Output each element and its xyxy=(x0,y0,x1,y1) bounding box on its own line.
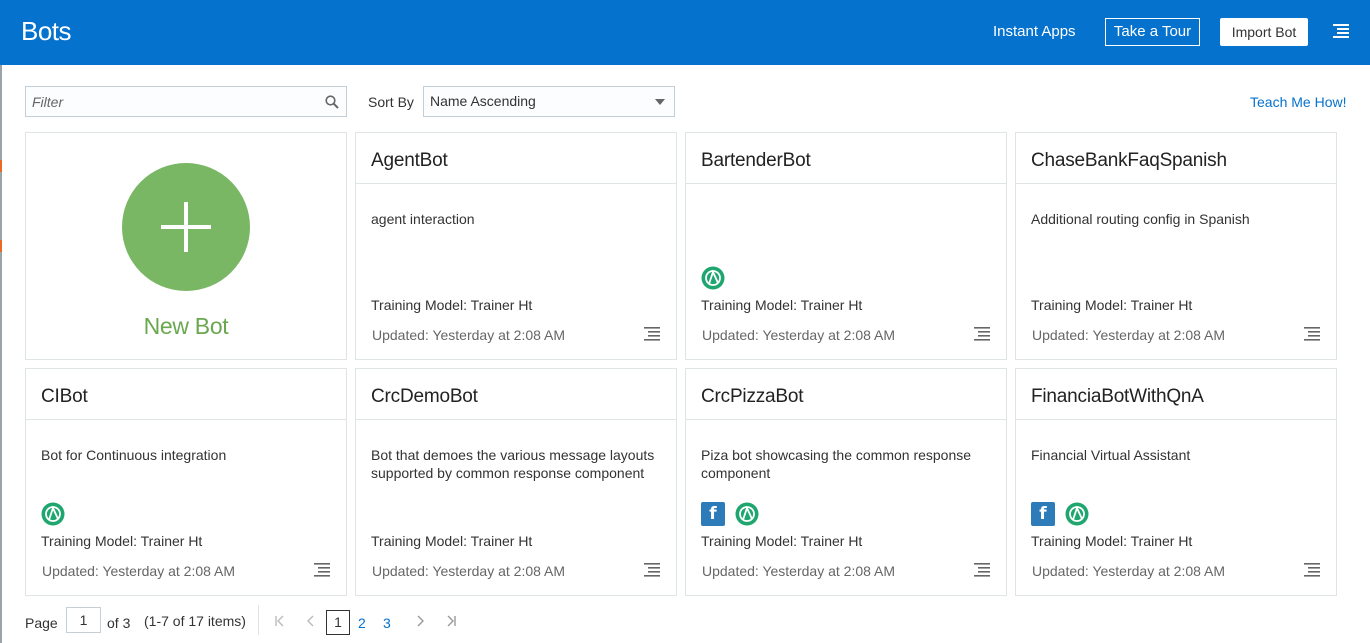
card-divider xyxy=(686,419,1006,420)
digital-assistant-icon xyxy=(41,502,65,526)
import-bot-button[interactable]: Import Bot xyxy=(1220,18,1308,46)
training-model: Training Model: Trainer Ht xyxy=(41,533,203,549)
edge-marker xyxy=(0,160,2,172)
bot-name[interactable]: CIBot xyxy=(41,386,88,408)
sort-by-value: Name Ascending xyxy=(430,93,536,109)
card-divider xyxy=(356,419,676,420)
sort-by-select[interactable]: Name Ascending xyxy=(423,86,675,117)
bot-name[interactable]: FinanciaBotWithQnA xyxy=(1031,386,1204,408)
training-model: Training Model: Trainer Ht xyxy=(371,533,533,549)
bot-name[interactable]: BartenderBot xyxy=(701,150,811,172)
bot-card[interactable]: ChaseBankFaqSpanish Additional routing co… xyxy=(1015,132,1337,360)
hamburger-menu-icon[interactable] xyxy=(1333,23,1349,39)
training-model: Training Model: Trainer Ht xyxy=(1031,297,1193,313)
sort-by-label: Sort By xyxy=(368,94,414,110)
edge-marker xyxy=(0,240,2,252)
plus-icon[interactable] xyxy=(122,163,250,291)
caret-down-icon xyxy=(655,99,665,105)
card-menu-icon[interactable] xyxy=(974,563,990,577)
page-button-2[interactable]: 2 xyxy=(358,615,366,631)
page-label: Page xyxy=(25,615,58,631)
updated-timestamp: Updated: Yesterday at 2:08 AM xyxy=(372,327,566,343)
updated-timestamp: Updated: Yesterday at 2:08 AM xyxy=(372,563,566,579)
card-menu-icon[interactable] xyxy=(644,563,660,577)
bot-description: Bot for Continuous integration xyxy=(41,447,227,463)
card-menu-icon[interactable] xyxy=(644,327,660,341)
last-page-icon[interactable] xyxy=(445,615,457,627)
bot-card[interactable]: CIBot Bot for Continuous integration Train… xyxy=(25,368,347,596)
facebook-icon: f xyxy=(1031,502,1055,526)
updated-timestamp: Updated: Yesterday at 2:08 AM xyxy=(1032,327,1226,343)
bot-description: agent interaction xyxy=(371,211,475,227)
training-model: Training Model: Trainer Ht xyxy=(701,533,863,549)
bot-description: Piza bot showcasing the common response … xyxy=(701,447,972,481)
prev-page-icon[interactable] xyxy=(306,615,316,627)
updated-timestamp: Updated: Yesterday at 2:08 AM xyxy=(42,563,236,579)
bot-description: Additional routing config in Spanish xyxy=(1031,211,1250,227)
bot-name[interactable]: CrcDemoBot xyxy=(371,386,478,408)
page-number-input[interactable]: 1 xyxy=(66,607,101,633)
training-model: Training Model: Trainer Ht xyxy=(1031,533,1193,549)
app-header: Bots Instant Apps Take a Tour Import Bot xyxy=(0,0,1370,65)
pagination: Page 1 of 3 (1-7 of 17 items) 1 2 3 xyxy=(25,605,485,635)
first-page-icon[interactable] xyxy=(274,615,286,627)
bot-channels xyxy=(701,266,725,290)
page-title: Bots xyxy=(21,16,72,46)
digital-assistant-icon xyxy=(735,502,759,526)
card-menu-icon[interactable] xyxy=(974,327,990,341)
facebook-icon: f xyxy=(701,502,725,526)
window-left-edge xyxy=(0,0,2,643)
card-menu-icon[interactable] xyxy=(1304,563,1320,577)
bot-name[interactable]: ChaseBankFaqSpanish xyxy=(1031,150,1227,172)
updated-timestamp: Updated: Yesterday at 2:08 AM xyxy=(1032,563,1226,579)
take-tour-button[interactable]: Take a Tour xyxy=(1105,18,1200,46)
bot-name[interactable]: CrcPizzaBot xyxy=(701,386,804,408)
bot-channels: f xyxy=(701,502,759,526)
page-count-label: of 3 xyxy=(107,615,131,631)
search-icon[interactable] xyxy=(325,95,339,109)
new-bot-card[interactable]: New Bot xyxy=(25,132,347,360)
training-model: Training Model: Trainer Ht xyxy=(371,297,533,313)
instant-apps-link[interactable]: Instant Apps xyxy=(993,23,1076,40)
bot-card[interactable]: CrcDemoBot Bot that demoes the various me… xyxy=(355,368,677,596)
bot-channels xyxy=(41,502,65,526)
bot-card[interactable]: FinanciaBotWithQnA Financial Virtual Assi… xyxy=(1015,368,1337,596)
bot-card[interactable]: CrcPizzaBot Piza bot showcasing the commo… xyxy=(685,368,1007,596)
card-divider xyxy=(26,419,346,420)
card-divider xyxy=(356,183,676,184)
filter-field[interactable] xyxy=(25,86,347,117)
bot-card[interactable]: BartenderBot Training Model: Trainer Ht Up… xyxy=(685,132,1007,360)
bot-description: Financial Virtual Assistant xyxy=(1031,447,1191,463)
new-bot-label: New Bot xyxy=(143,313,229,339)
updated-timestamp: Updated: Yesterday at 2:08 AM xyxy=(702,563,896,579)
updated-timestamp: Updated: Yesterday at 2:08 AM xyxy=(702,327,896,343)
bot-description: Bot that demoes the various message layo… xyxy=(371,447,655,481)
bot-card[interactable]: AgentBot agent interaction Training Model:… xyxy=(355,132,677,360)
pager-divider xyxy=(258,605,259,635)
page-button-3[interactable]: 3 xyxy=(383,615,391,631)
card-divider xyxy=(686,183,1006,184)
digital-assistant-icon xyxy=(701,266,725,290)
card-divider xyxy=(1016,183,1336,184)
training-model: Training Model: Trainer Ht xyxy=(701,297,863,313)
page-button-1[interactable]: 1 xyxy=(326,610,350,635)
bot-name[interactable]: AgentBot xyxy=(371,150,448,172)
next-page-icon[interactable] xyxy=(415,615,425,627)
bot-channels: f xyxy=(1031,502,1089,526)
card-divider xyxy=(1016,419,1336,420)
filter-input[interactable] xyxy=(26,87,316,116)
items-count-label: (1-7 of 17 items) xyxy=(144,613,246,629)
digital-assistant-icon xyxy=(1065,502,1089,526)
card-menu-icon[interactable] xyxy=(314,563,330,577)
teach-me-how-link[interactable]: Teach Me How! xyxy=(1250,94,1346,110)
card-menu-icon[interactable] xyxy=(1304,327,1320,341)
